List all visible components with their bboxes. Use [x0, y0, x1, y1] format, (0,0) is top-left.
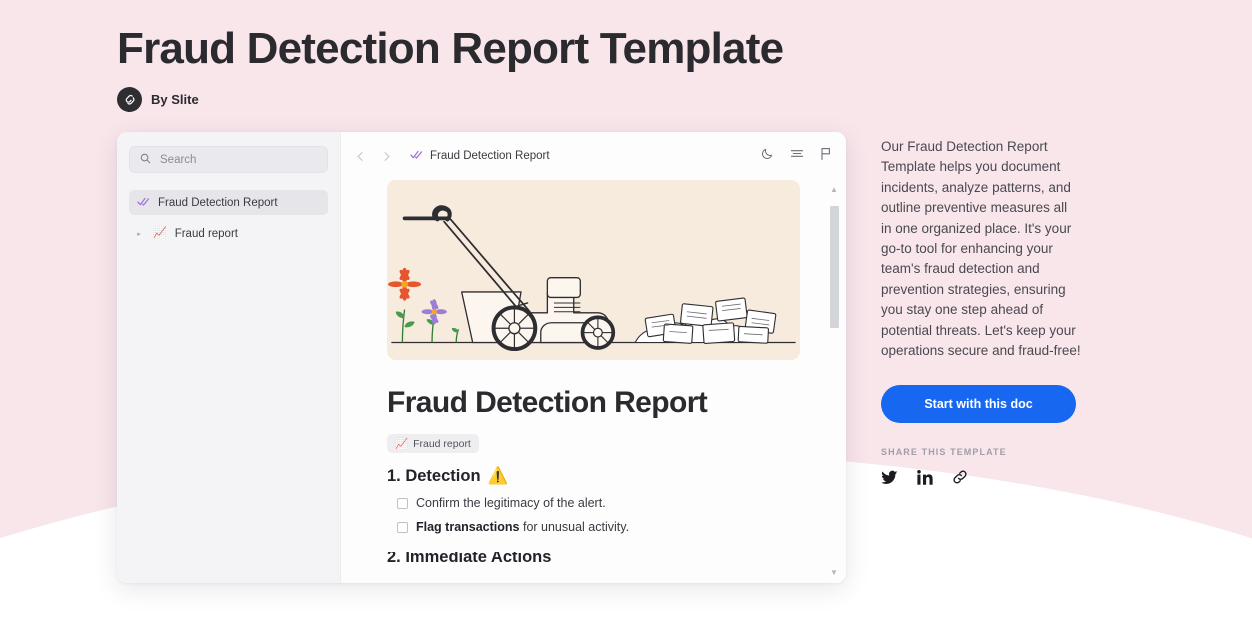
scroll-up-arrow-icon[interactable]: ▲ [830, 184, 838, 196]
section-heading-immediate-actions: 2. Immediate Actions [387, 552, 552, 563]
scrollbar-track[interactable] [829, 198, 839, 565]
double-check-icon [410, 149, 423, 163]
document-tag-label: Fraud report [413, 437, 471, 450]
document-pane: Fraud Detection Report Fraud Detection R… [341, 132, 846, 583]
chevron-right-icon[interactable] [375, 145, 397, 167]
chevron-right-icon[interactable]: ▸ [133, 230, 145, 238]
checklist-item-label: for unusual activity. [519, 520, 630, 534]
byline: By Slite [117, 87, 783, 113]
sidebar-nav-list: Fraud Detection Report ▸ 📈 Fraud report [129, 190, 328, 246]
sidebar-item-label: Fraud report [174, 227, 238, 240]
flag-icon[interactable] [820, 147, 832, 166]
app-sidebar: Search Fraud Detection Report ▸ 📈 Fraud … [117, 132, 341, 583]
checkbox-icon[interactable] [397, 498, 408, 509]
moon-icon[interactable] [761, 147, 774, 165]
checklist-item[interactable]: Confirm the legitimacy of the alert. [387, 496, 800, 510]
slite-logo-icon [117, 87, 142, 113]
chevron-left-icon[interactable] [349, 145, 371, 167]
twitter-icon[interactable] [881, 470, 898, 490]
breadcrumb-label: Fraud Detection Report [430, 150, 550, 162]
scroll-down-arrow-icon[interactable]: ▼ [830, 567, 838, 579]
search-placeholder: Search [160, 153, 197, 166]
document-heading: Fraud Detection Report [387, 386, 708, 419]
chart-increasing-emoji: 📈 [395, 438, 409, 450]
byline-label: By Slite [151, 92, 199, 108]
warning-emoji: ⚠️ [487, 467, 509, 485]
sidebar-item-fraud-detection-report[interactable]: Fraud Detection Report [129, 190, 328, 215]
checkbox-icon[interactable] [397, 522, 408, 533]
breadcrumb[interactable]: Fraud Detection Report [410, 149, 550, 163]
search-icon [140, 151, 151, 169]
scrollbar-thumb[interactable] [829, 206, 839, 328]
chart-increasing-emoji: 📈 [153, 227, 167, 239]
checklist-item-label: Confirm the legitimacy of the alert. [416, 496, 606, 510]
double-check-icon [137, 196, 150, 210]
start-with-this-doc-button[interactable]: Start with this doc [881, 385, 1076, 424]
share-icons-row [881, 469, 1081, 490]
document-toolbar: Fraud Detection Report [341, 132, 846, 180]
checklist-item[interactable]: Flag transactions for unusual activity. [387, 520, 800, 534]
document-body: Fraud Detection Report 📈 Fraud report 1.… [341, 180, 846, 583]
sidebar-item-label: Fraud Detection Report [158, 196, 278, 209]
document-tag-chip[interactable]: 📈 Fraud report [387, 434, 479, 453]
page-title: Fraud Detection Report Template [117, 24, 784, 73]
linkedin-icon[interactable] [917, 469, 933, 490]
template-info-panel: Our Fraud Detection Report Template help… [881, 137, 1081, 490]
section-heading-detection: 1. Detection ⚠️ [387, 467, 800, 486]
copy-link-icon[interactable] [952, 469, 968, 490]
lawnmower-mowing-papers-illustration [387, 180, 800, 360]
outline-lines-icon[interactable] [790, 147, 804, 165]
template-description: Our Fraud Detection Report Template help… [881, 139, 1081, 359]
section-heading-text: 1. Detection [387, 467, 481, 485]
search-input[interactable]: Search [129, 146, 328, 173]
toolbar-actions [761, 147, 832, 166]
app-preview-card: Search Fraud Detection Report ▸ 📈 Fraud … [117, 132, 846, 583]
checklist-item-bold-label: Flag transactions [416, 520, 520, 534]
page-header: Fraud Detection Report Template By Slite [117, 24, 784, 113]
sidebar-item-fraud-report[interactable]: ▸ 📈 Fraud report [129, 221, 328, 246]
share-section-label: SHARE THIS TEMPLATE [881, 447, 1007, 458]
document-scrollbar[interactable]: ▲ ▼ [825, 184, 843, 579]
